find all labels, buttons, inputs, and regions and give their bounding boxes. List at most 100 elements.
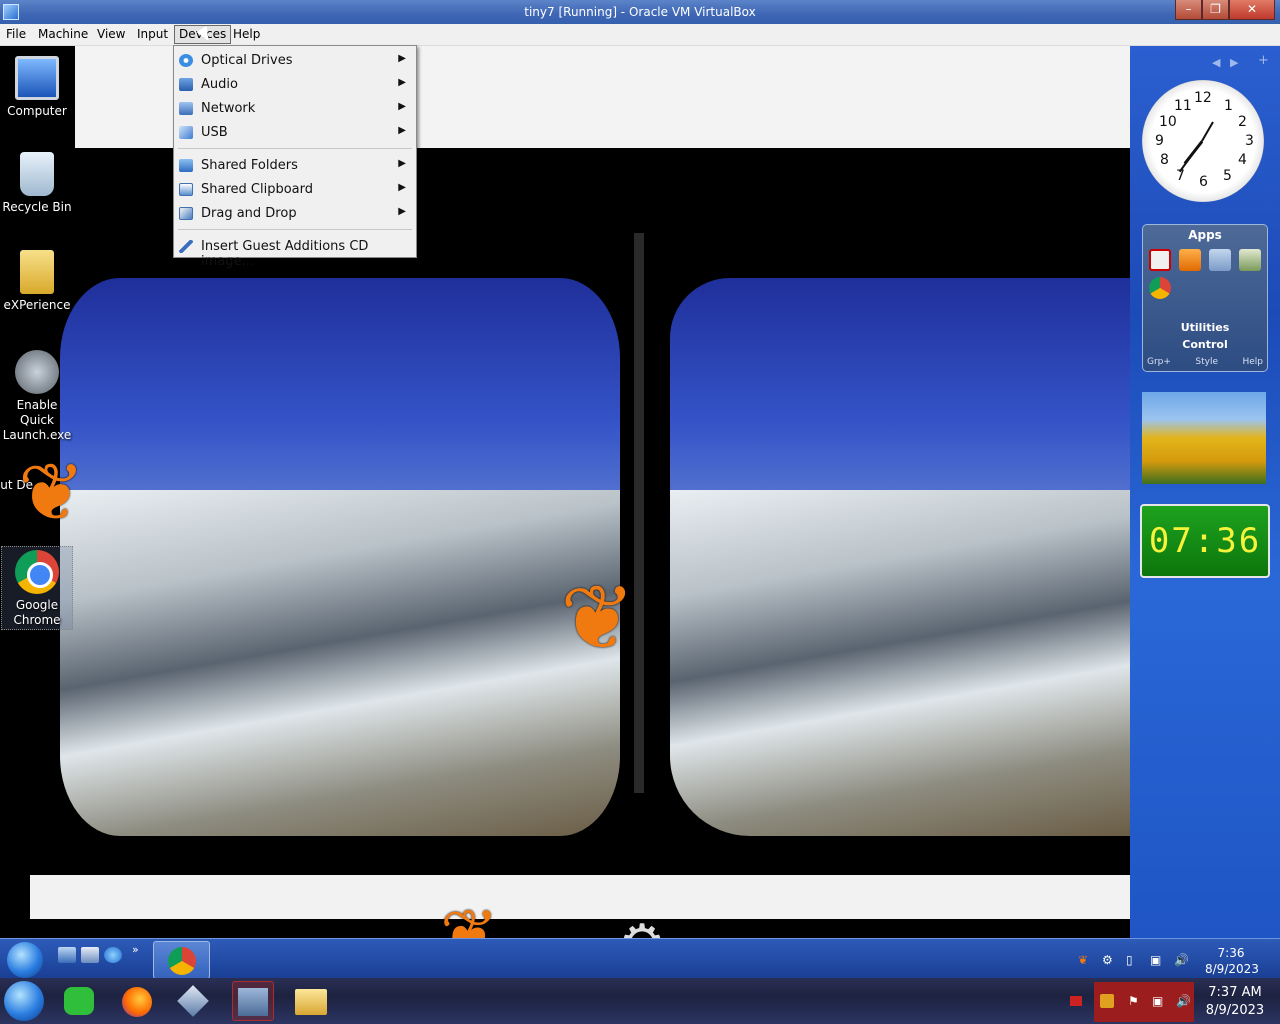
menu-item-usb[interactable]: USB ▶ xyxy=(175,120,415,144)
guest-taskbar: » ❦ ⚙ ▯ ▣ 🔊 7:36 8/9/2023 xyxy=(0,938,1280,979)
minimize-button[interactable]: – xyxy=(1175,0,1202,20)
hourglass-icon[interactable] xyxy=(1239,249,1261,271)
menu-item-label: Drag and Drop xyxy=(201,206,297,221)
video-bottom-bar xyxy=(30,875,1130,919)
menu-bar: File Machine View Input Devices Help xyxy=(0,24,1280,46)
guest-taskbar-clock[interactable]: 7:36 8/9/2023 xyxy=(1205,945,1259,977)
butterfly-tray-icon[interactable]: ❦ xyxy=(1078,953,1092,967)
clock-number: 1 xyxy=(1224,98,1233,114)
virtualbox-icon xyxy=(177,985,209,1017)
desktop-icon-label: Enable Quick Launch.exe xyxy=(2,398,72,442)
digital-clock-gadget[interactable]: 07:36 xyxy=(1140,504,1270,578)
analog-clock-gadget[interactable]: 12 1 2 3 4 5 6 7 8 9 10 11 xyxy=(1142,80,1264,202)
host-clock-date: 8/9/2023 xyxy=(1205,1003,1265,1018)
close-button[interactable]: ✕ xyxy=(1229,0,1275,20)
menu-file[interactable]: File xyxy=(6,27,26,41)
menu-item-label: Audio xyxy=(201,77,238,92)
clock-number: 2 xyxy=(1238,114,1247,130)
audio-icon xyxy=(179,78,193,91)
menu-item-drag-and-drop[interactable]: Drag and Drop ▶ xyxy=(175,201,415,225)
menu-item-audio[interactable]: Audio ▶ xyxy=(175,72,415,96)
menu-item-network[interactable]: Network ▶ xyxy=(175,96,415,120)
gadget-sidebar: ◀ ▶ + 12 1 2 3 4 5 6 7 8 9 10 11 Apps Ut… xyxy=(1130,46,1280,938)
desktop-icon-computer[interactable]: Computer xyxy=(0,56,74,119)
menu-item-insert-guest-additions[interactable]: Insert Guest Additions CD image... xyxy=(175,234,415,269)
host-clock-time: 7:37 AM xyxy=(1208,985,1262,1000)
menu-item-label: Network xyxy=(201,101,256,116)
clock-minute-hand xyxy=(1178,140,1203,173)
menu-input[interactable]: Input xyxy=(137,27,168,41)
usb-icon xyxy=(179,126,193,139)
window-switcher-icon[interactable] xyxy=(81,947,99,963)
start-button[interactable] xyxy=(7,942,43,978)
sidebar-next-icon[interactable]: ▶ xyxy=(1230,56,1238,69)
host-tray-area: ⚑ ▣ 🔊 xyxy=(1094,982,1194,1022)
desktop-icon-google-chrome[interactable]: Google Chrome xyxy=(0,550,74,628)
clock-number: 6 xyxy=(1199,174,1208,190)
clock-number: 10 xyxy=(1159,114,1177,130)
vr-lens-left xyxy=(60,278,620,836)
submenu-arrow-icon: ▶ xyxy=(398,158,406,169)
paint-icon[interactable] xyxy=(1209,249,1231,271)
vr-divider xyxy=(634,233,644,793)
apps-title: Apps xyxy=(1188,228,1222,242)
menu-item-shared-clipboard[interactable]: Shared Clipboard ▶ xyxy=(175,177,415,201)
sidebar-prev-icon[interactable]: ◀ xyxy=(1212,56,1220,69)
apps-label-utilities[interactable]: Utilities xyxy=(1143,321,1267,334)
internet-explorer-icon[interactable] xyxy=(104,947,122,963)
desktop-icon-experience[interactable]: eXPerience xyxy=(0,250,74,313)
volume-tray-icon[interactable]: 🔊 xyxy=(1176,994,1191,1008)
apps-footer-style[interactable]: Style xyxy=(1195,357,1218,367)
menu-help[interactable]: Help xyxy=(233,27,260,41)
clock-number: 4 xyxy=(1238,152,1247,168)
slideshow-gadget[interactable] xyxy=(1142,392,1266,484)
network-icon xyxy=(179,102,193,115)
taskbar-chrome-button[interactable] xyxy=(153,941,210,979)
tray-alert-icon[interactable] xyxy=(1070,996,1082,1006)
butterfly-decoration: ❦ xyxy=(18,446,86,539)
menu-view[interactable]: View xyxy=(97,27,125,41)
submenu-arrow-icon: ▶ xyxy=(398,101,406,112)
host-taskbar-virtualbox[interactable] xyxy=(172,981,214,1021)
maximize-button[interactable]: ❐ xyxy=(1202,0,1229,20)
apps-label-control[interactable]: Control xyxy=(1143,338,1267,351)
network-tray-icon[interactable]: ▣ xyxy=(1152,994,1166,1008)
tray-document-icon[interactable]: ▯ xyxy=(1126,953,1140,967)
host-taskbar-notes[interactable] xyxy=(58,981,100,1021)
firefox-icon xyxy=(122,987,152,1017)
chrome-icon xyxy=(15,550,59,594)
show-desktop-icon[interactable] xyxy=(58,947,76,963)
host-taskbar-firefox[interactable] xyxy=(116,981,158,1021)
menu-item-optical-drives[interactable]: Optical Drives ▶ xyxy=(175,48,415,72)
tray-app-icon[interactable] xyxy=(1100,994,1114,1008)
network-tray-icon[interactable]: ▣ xyxy=(1150,953,1164,967)
host-taskbar-explorer[interactable] xyxy=(290,981,332,1021)
host-taskbar-vm-window[interactable] xyxy=(232,981,274,1021)
guest-clock-date: 8/9/2023 xyxy=(1205,962,1259,976)
host-taskbar-clock[interactable]: 7:37 AM 8/9/2023 xyxy=(1200,984,1270,1020)
clock-number: 5 xyxy=(1223,168,1232,184)
media-player-icon[interactable] xyxy=(1179,249,1201,271)
apps-footer-help[interactable]: Help xyxy=(1242,357,1263,367)
tray-settings-icon[interactable]: ⚙ xyxy=(1102,953,1116,967)
menu-item-label: Insert Guest Additions CD image... xyxy=(201,239,369,269)
sidebar-add-icon[interactable]: + xyxy=(1258,53,1269,68)
host-taskbar: ⚑ ▣ 🔊 7:37 AM 8/9/2023 xyxy=(0,978,1280,1024)
desktop-icon-recycle-bin[interactable]: Recycle Bin xyxy=(0,152,74,215)
apps-footer-grp[interactable]: Grp+ xyxy=(1147,357,1171,367)
optical-drive-icon xyxy=(179,54,193,67)
volume-tray-icon[interactable]: 🔊 xyxy=(1174,953,1189,967)
clipboard-icon xyxy=(179,183,193,196)
quick-launch-overflow-icon[interactable]: » xyxy=(132,943,139,956)
tray-flag-icon[interactable]: ⚑ xyxy=(1128,994,1142,1008)
clock-number: 12 xyxy=(1194,90,1212,106)
host-start-button[interactable] xyxy=(4,981,44,1021)
cd-insert-icon xyxy=(179,240,193,253)
window-title: tiny7 [Running] - Oracle VM VirtualBox xyxy=(524,5,756,19)
drag-drop-icon xyxy=(179,207,193,220)
chrome-icon[interactable] xyxy=(1149,277,1171,299)
menu-machine[interactable]: Machine xyxy=(38,27,88,41)
close-app-icon[interactable] xyxy=(1149,249,1171,271)
menu-item-shared-folders[interactable]: Shared Folders ▶ xyxy=(175,153,415,177)
desktop-icon-enable-quick-launch[interactable]: Enable Quick Launch.exe xyxy=(0,350,74,443)
